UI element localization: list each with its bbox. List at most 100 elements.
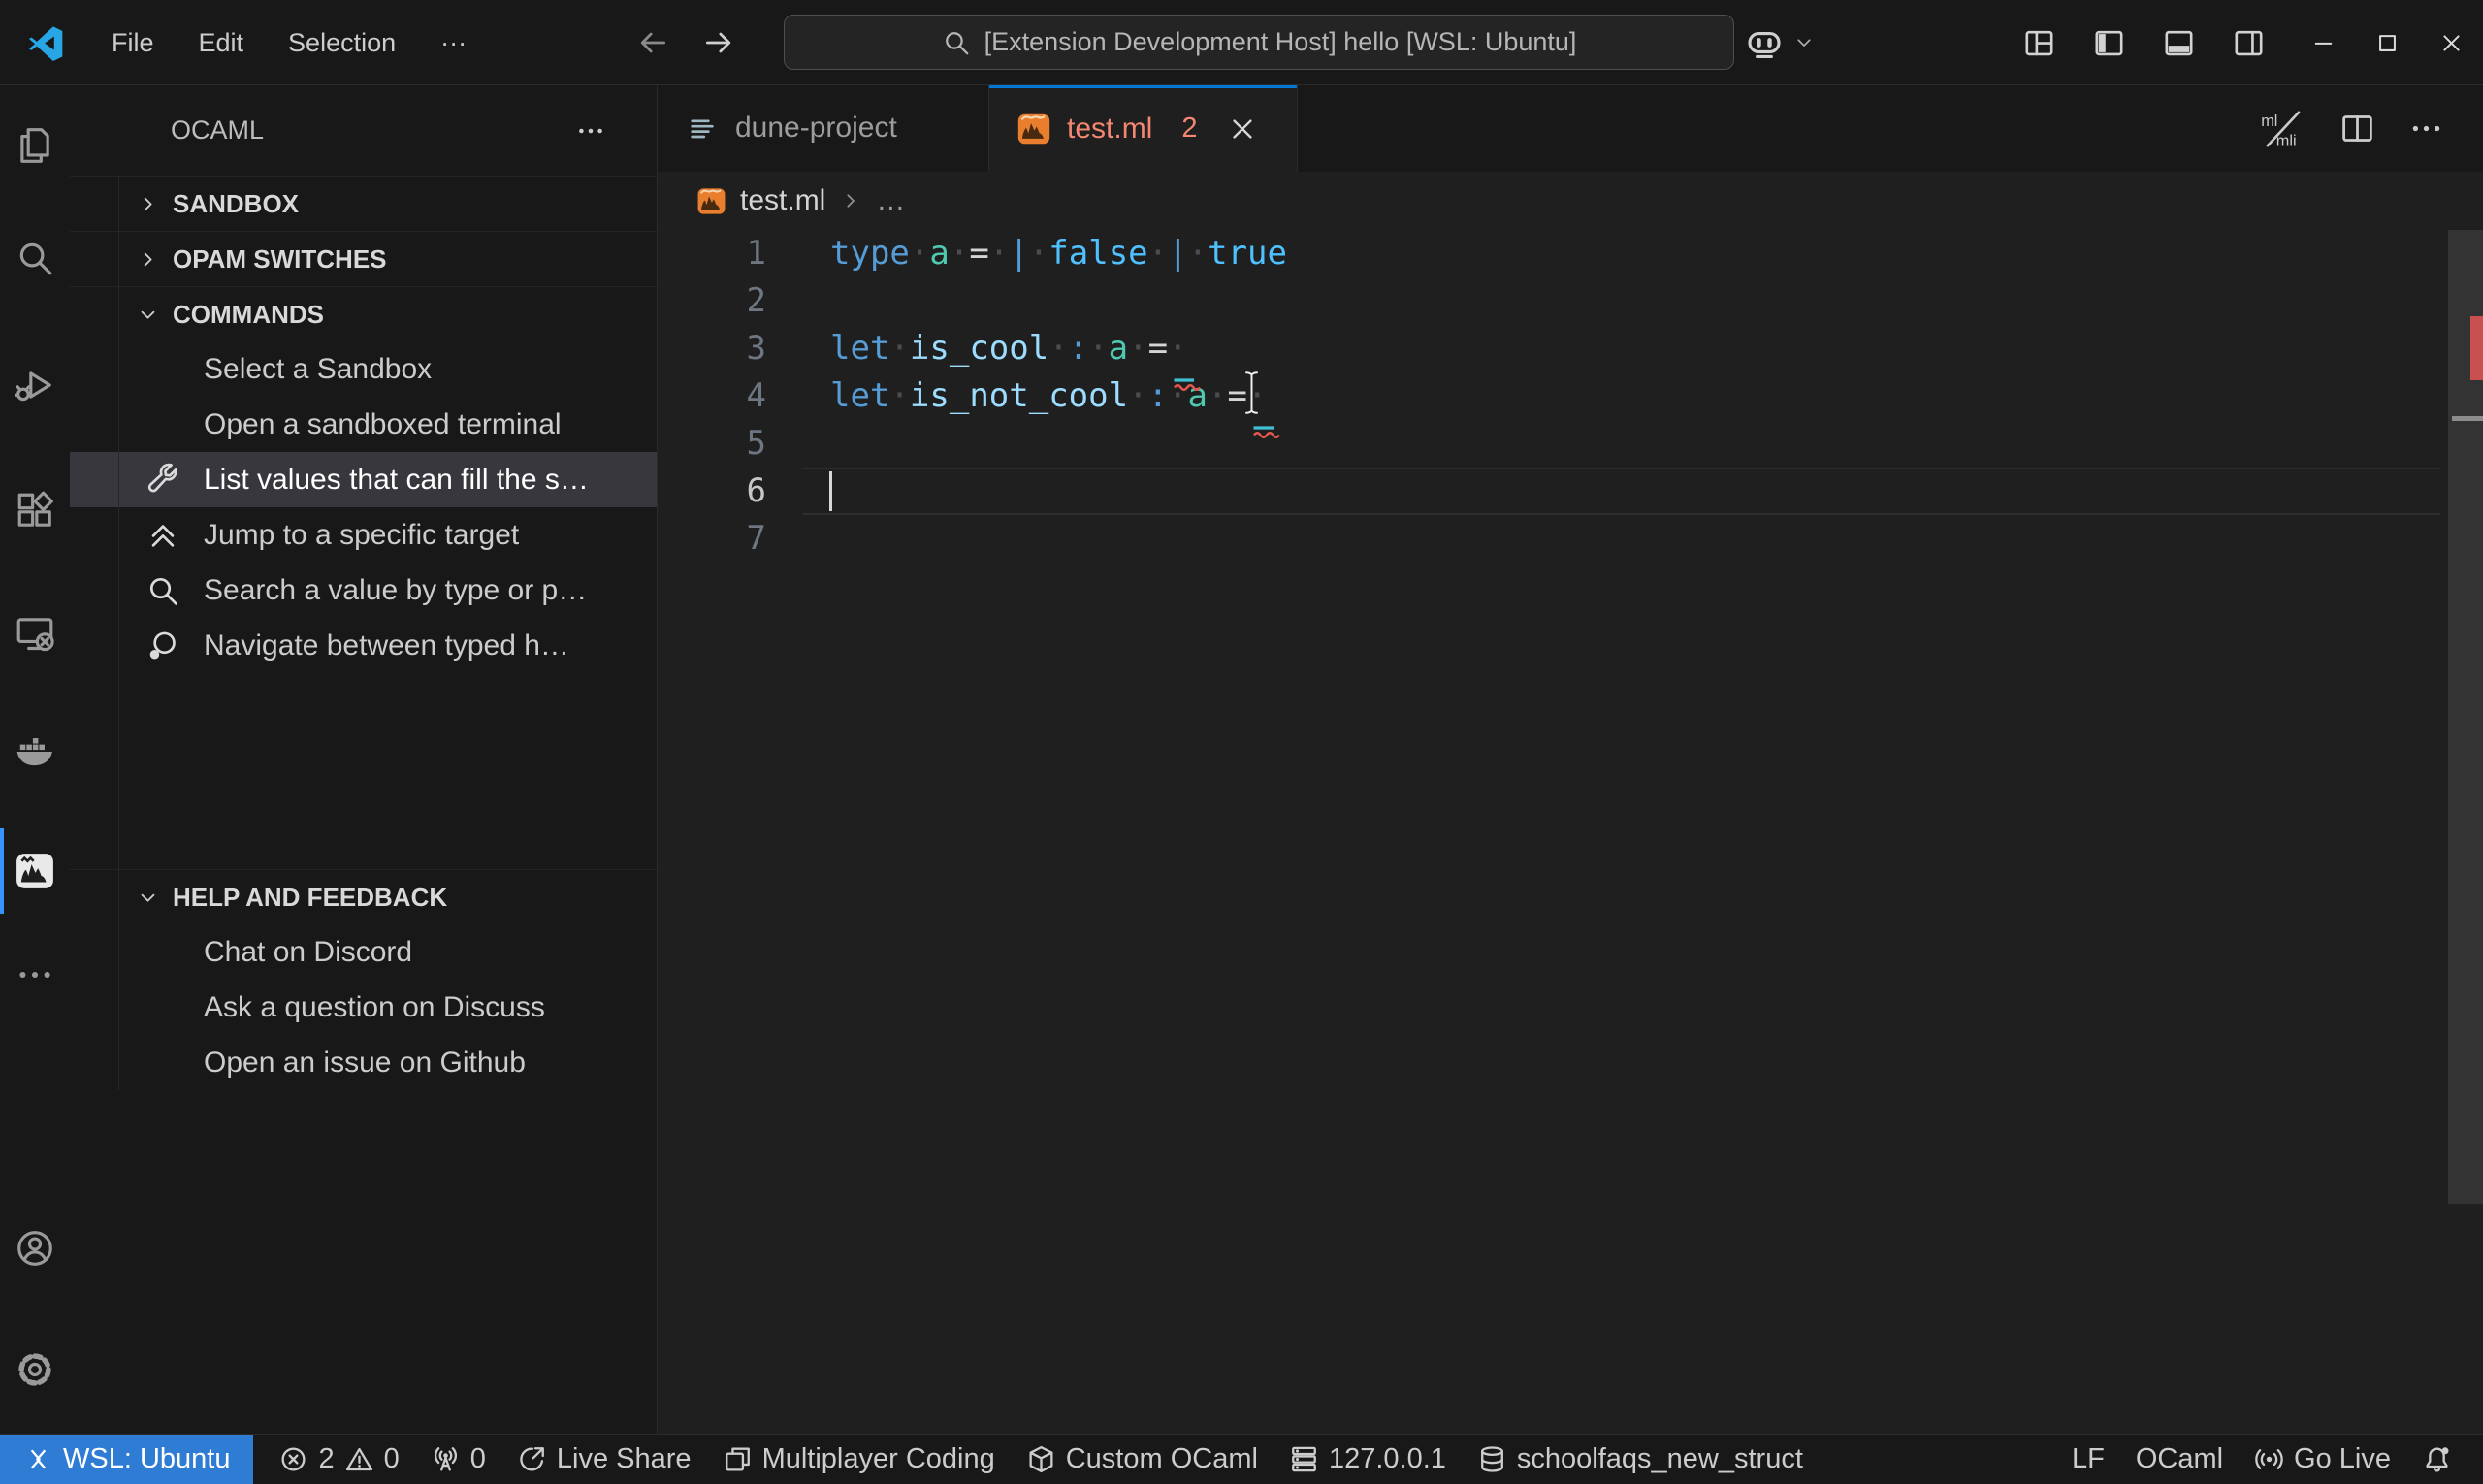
code-token: is_not_cool [909,376,1129,415]
activity-item-explorer[interactable] [0,111,70,180]
tab-test-ml[interactable]: test.ml 2 [989,85,1298,172]
split-editor-icon[interactable] [2339,111,2375,146]
status-notifications[interactable] [2406,1435,2467,1484]
status-ports[interactable]: 0 [415,1435,501,1484]
menu-edit[interactable]: Edit [177,28,267,58]
layout-icon[interactable] [2022,26,2056,60]
section-header-help-and-feedback[interactable]: HELP AND FEEDBACK [70,869,657,924]
activity-item-docker[interactable] [0,718,70,788]
layout-sidebar-left-icon[interactable] [2092,26,2126,60]
activity-item-remote-explorer[interactable] [0,598,70,668]
sidebar-item-navigate-between-typed-h[interactable]: Navigate between typed h… [70,618,657,673]
code-token: a [1108,329,1129,368]
maximize-button[interactable] [2355,0,2419,85]
activity-item-extensions[interactable] [0,475,70,545]
section-header-commands[interactable]: COMMANDS [70,286,657,341]
status-remote[interactable]: WSL: Ubuntu [0,1435,254,1484]
sidebar-item-search-a-value-by-type-or-p[interactable]: Search a value by type or p… [70,563,657,618]
code-line-6[interactable]: 6 [658,468,2483,515]
text-cursor [829,471,832,511]
close-button[interactable] [2419,0,2483,85]
code-token: = [1147,329,1169,368]
code-line-1[interactable]: 1 type·a·=·|·false·|·true [658,230,2483,277]
line-number: 4 [746,376,766,415]
menu-more[interactable]: ··· [418,28,489,58]
status-text: Go Live [2294,1443,2391,1474]
sidebar-item-open-an-issue-on-github[interactable]: Open an issue on Github [70,1035,657,1090]
tab-dune-project[interactable]: dune-project [658,85,989,171]
code-editor[interactable]: 1 type·a·=·|·false·|·true 2 3 let·is_cool·:·… [658,230,2483,1434]
code-line-4[interactable]: 4 let·is_not_cool·:·a·=· [658,372,2483,420]
status-eol[interactable]: LF [2056,1435,2120,1484]
sidebar-item-chat-on-discord[interactable]: Chat on Discord [70,924,657,980]
sidebar-item-select-a-sandbox[interactable]: Select a Sandbox [70,341,657,397]
code-line-2[interactable]: 2 [658,277,2483,325]
overview-ruler-error-mark [2470,316,2483,380]
status-language-mode[interactable]: OCaml [2120,1435,2239,1484]
more-actions-icon[interactable] [2408,111,2444,146]
section-label: OPAM SWITCHES [173,244,387,274]
status-custom-ocaml[interactable]: Custom OCaml [1011,1435,1274,1484]
menu-selection[interactable]: Selection [266,28,418,58]
sidebar-item-jump-to-a-specific-target[interactable]: Jump to a specific target [70,507,657,563]
code-token: is_cool [909,329,1049,368]
activity-item-run-debug[interactable] [0,350,70,420]
status-live-share[interactable]: Live Share [501,1435,707,1484]
close-tab-icon[interactable] [1227,113,1258,145]
menu-file[interactable]: File [89,28,177,58]
sidebar-item-ask-a-question-on-discuss[interactable]: Ask a question on Discuss [70,980,657,1035]
sidebar-item-label: Select a Sandbox [204,353,433,385]
search-icon [145,573,180,608]
activity-item-accounts[interactable] [0,1213,70,1283]
minimize-button[interactable] [2291,0,2355,85]
remote-explorer-icon [15,613,55,654]
section-label: HELP AND FEEDBACK [173,883,448,912]
activity-bar [0,85,70,1434]
sidebar-item-label: Open an issue on Github [204,1047,526,1079]
code-token: · [1128,329,1148,368]
package-icon [1026,1444,1056,1474]
layout-panel-icon[interactable] [2162,26,2196,60]
status-go-live[interactable]: Go Live [2239,1435,2406,1484]
breadcrumb-file[interactable]: test.ml [740,184,825,217]
double-chevron-up-icon [145,518,180,553]
database-icon [1477,1444,1507,1474]
sidebar-item-list-values-that-can-fill-the-s[interactable]: List values that can fill the s… [70,452,657,507]
layout-sidebar-right-icon[interactable] [2232,26,2266,60]
error-squiggle [1174,361,1203,391]
activity-item-more[interactable] [0,940,70,1010]
sidebar-item-open-a-sandboxed-terminal[interactable]: Open a sandboxed terminal [70,397,657,452]
status-problems[interactable]: 20 [263,1435,414,1484]
debug-icon [15,365,55,405]
navigate-forward-icon[interactable] [701,25,736,60]
code-line-5[interactable]: 5 [658,420,2483,468]
activity-item-ocaml[interactable] [0,828,70,914]
navigate-back-icon[interactable] [635,25,670,60]
code-line-3[interactable]: 3 let·is_cool·:·a·=· [658,325,2483,372]
section-header-opam-switches[interactable]: OPAM SWITCHES [70,231,657,286]
copilot-menu[interactable] [1744,0,1816,85]
code-token: · [1048,329,1069,368]
status-server-address[interactable]: 127.0.0.1 [1274,1435,1462,1484]
code-token: · [889,329,910,368]
breadcrumb[interactable]: test.ml … [658,172,2483,230]
status-database[interactable]: schoolfaqs_new_struct [1462,1435,1819,1484]
current-line-highlight [803,468,2440,515]
activity-item-settings[interactable] [0,1335,70,1404]
breadcrumb-more[interactable]: … [876,184,905,217]
status-text: WSL: Ubuntu [63,1443,231,1474]
section-header-sandbox[interactable]: SANDBOX [70,176,657,231]
history-navigation [635,0,736,85]
editor-tab-bar: dune-project test.ml 2 [658,85,2483,172]
status-multiplayer-coding[interactable]: Multiplayer Coding [707,1435,1011,1484]
docker-icon [15,732,55,773]
activity-item-search[interactable] [0,223,70,293]
search-icon [15,238,55,278]
command-center-title: [Extension Development Host] hello [WSL:… [984,27,1577,56]
gear-icon [15,1349,55,1390]
code-line-7[interactable]: 7 [658,515,2483,563]
ml-mli-switch-icon[interactable]: ml mli [2260,110,2306,148]
command-center-search[interactable]: [Extension Development Host] hello [WSL:… [784,15,1734,70]
section-label: COMMANDS [173,300,324,329]
more-actions-icon[interactable] [575,115,606,146]
